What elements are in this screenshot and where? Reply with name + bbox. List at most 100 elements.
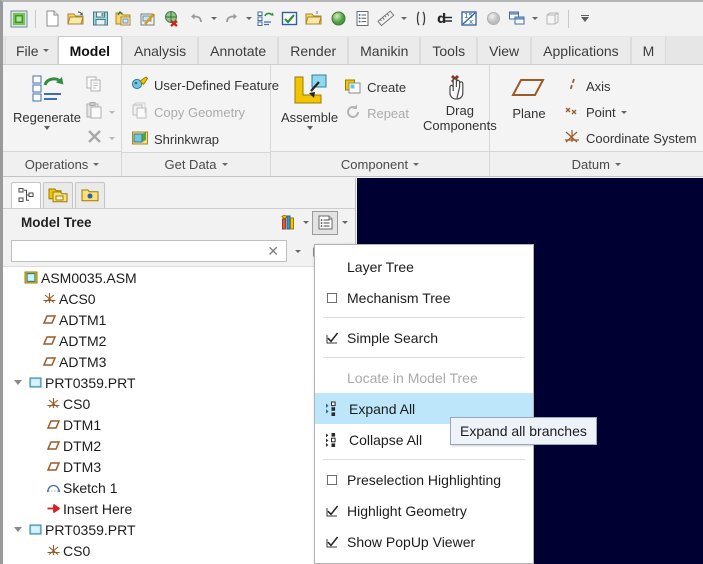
window-layout-icon[interactable] [505,6,529,32]
delete-caret-icon[interactable] [109,136,115,140]
tree-item-adtm3[interactable]: ADTM3 [3,351,355,372]
menu-item-mechanism-tree[interactable]: Mechanism Tree [315,282,533,313]
tab-more[interactable]: M [630,37,667,64]
user-defined-feature-button[interactable]: User-Defined Feature [131,72,279,98]
assemble-button[interactable]: Assemble [281,71,338,130]
close-window-icon[interactable] [160,6,184,32]
new-file-icon[interactable] [40,6,64,32]
redo-icon[interactable] [219,6,243,32]
plane-button[interactable]: Plane [501,71,557,121]
tree-item-acs0[interactable]: ACS0 [3,288,355,309]
tree-item-asm0035[interactable]: ASM0035.ASM [3,267,355,288]
tree-item-dtm3[interactable]: DTM3 [3,456,355,477]
model-tree-tab[interactable] [11,182,41,208]
tab-view[interactable]: View [477,37,532,64]
shrinkwrap-label: Shrinkwrap [154,131,220,147]
undo-icon[interactable] [184,6,208,32]
tree-item-sketch-1[interactable]: Sketch 1 [3,477,355,498]
tree-item-cs0-1[interactable]: CS0 [3,393,355,414]
tree-item-dtm1[interactable]: DTM1 [3,414,355,435]
search-input-wrapper[interactable]: ✕ [11,240,287,262]
tree-filters-caret-icon[interactable] [299,211,312,235]
point-caret-icon[interactable] [620,110,627,114]
menu-item-show-popup-viewer[interactable]: Show PopUp Viewer [315,526,533,557]
menu-item-simple-search[interactable]: Simple Search [315,322,533,353]
regenerate-caret-icon[interactable] [44,126,50,130]
measure-dropdown-caret[interactable] [398,6,409,32]
copy-geometry-button[interactable]: Copy Geometry [131,99,245,125]
drag-components-button[interactable]: Drag Components [423,71,497,133]
tab-tools[interactable]: Tools [420,37,478,64]
box-icon[interactable] [540,6,564,32]
paste-caret-icon[interactable] [109,110,115,114]
appearance-icon[interactable] [481,6,505,32]
folder-browser-tab[interactable] [43,182,73,208]
coordinate-system-button[interactable]: Coordinate System [563,125,697,151]
tree-filters-icon[interactable] [275,211,299,235]
tree-item-adtm1[interactable]: ADTM1 [3,309,355,330]
axis-button[interactable]: Axis [563,73,697,99]
select-items-icon[interactable] [278,6,302,32]
ribbon-group-operations-label[interactable]: Operations [3,151,121,176]
undo-dropdown-caret[interactable] [208,6,219,32]
save-icon[interactable] [88,6,112,32]
shaded-sphere-icon[interactable] [326,6,350,32]
customize-qat-icon[interactable] [573,6,597,32]
tree-item-cs0-2[interactable]: CS0 [3,540,355,561]
copy-button[interactable] [85,73,115,99]
model-properties-icon[interactable] [350,6,374,32]
point-button[interactable]: Point [563,99,697,125]
delete-button[interactable] [85,125,115,151]
print-icon[interactable] [136,6,160,32]
menu-item-layer-tree[interactable]: Layer Tree [315,251,533,282]
relations-icon[interactable]: 15 x [457,6,481,32]
window-dropdown-caret[interactable] [529,6,540,32]
regenerate-icon[interactable] [254,6,278,32]
ribbon-group-get-data-label[interactable]: Get Data [122,152,270,176]
tree-item-dtm2[interactable]: DTM2 [3,435,355,456]
tree-twisty-expanded[interactable] [11,527,25,532]
datum-plane-icon [43,438,63,453]
search-options-caret-icon[interactable] [291,239,304,263]
ribbon-group-datum-label[interactable]: Datum [490,151,703,176]
save-as-icon[interactable] [112,6,136,32]
menu-checkbox-checked [325,332,339,344]
shrinkwrap-button[interactable]: Shrinkwrap [131,126,219,152]
tree-item-adtm2[interactable]: ADTM2 [3,330,355,351]
chevron-down-icon [413,162,420,166]
regenerate-button[interactable]: Regenerate [11,71,83,130]
assemble-caret-icon[interactable] [306,126,313,130]
paste-button[interactable] [85,99,115,125]
measure-icon[interactable] [374,6,398,32]
tree-item-insert-here[interactable]: Insert Here [3,498,355,519]
navigator-panel: Model Tree ✕ ASM0035.ASM ACS0 ADTM1 ADTM… [3,178,356,564]
tab-model[interactable]: Model [57,36,123,64]
tab-applications[interactable]: Applications [531,37,631,64]
tab-file[interactable]: File [5,37,58,64]
tab-annotate[interactable]: Annotate [198,37,279,64]
tab-render[interactable]: Render [278,37,349,64]
folder-open-icon[interactable] [302,6,326,32]
menu-item-locate-in-model-tree[interactable]: Locate in Model Tree [315,362,533,393]
tab-manikin[interactable]: Manikin [348,37,421,64]
tree-item-prt0359-2[interactable]: PRT0359.PRT [3,519,355,540]
create-component-button[interactable]: Create [344,74,409,100]
redo-dropdown-caret[interactable] [243,6,254,32]
repeat-button[interactable]: Repeat [344,100,409,126]
ribbon-group-component-label[interactable]: Component [271,151,489,176]
search-input[interactable] [16,242,265,260]
dimension-icon[interactable]: d [433,6,457,32]
tree-display-icon[interactable] [312,210,338,235]
favorites-tab[interactable] [75,182,105,208]
model-tree-body[interactable]: ASM0035.ASM ACS0 ADTM1 ADTM2 ADTM3 PRT03… [3,266,355,564]
creo-app-icon[interactable] [7,6,31,32]
tree-twisty-expanded[interactable] [11,380,25,385]
clear-icon[interactable]: ✕ [264,243,282,260]
parentheses-icon[interactable] [409,6,433,32]
menu-item-highlight-geometry[interactable]: Highlight Geometry [315,495,533,526]
tree-display-caret-icon[interactable] [338,211,351,235]
tab-analysis[interactable]: Analysis [122,37,199,64]
tree-item-prt0359-1[interactable]: PRT0359.PRT [3,372,355,393]
menu-item-preselection-highlighting[interactable]: Preselection Highlighting [315,464,533,495]
open-file-icon[interactable] [64,6,88,32]
